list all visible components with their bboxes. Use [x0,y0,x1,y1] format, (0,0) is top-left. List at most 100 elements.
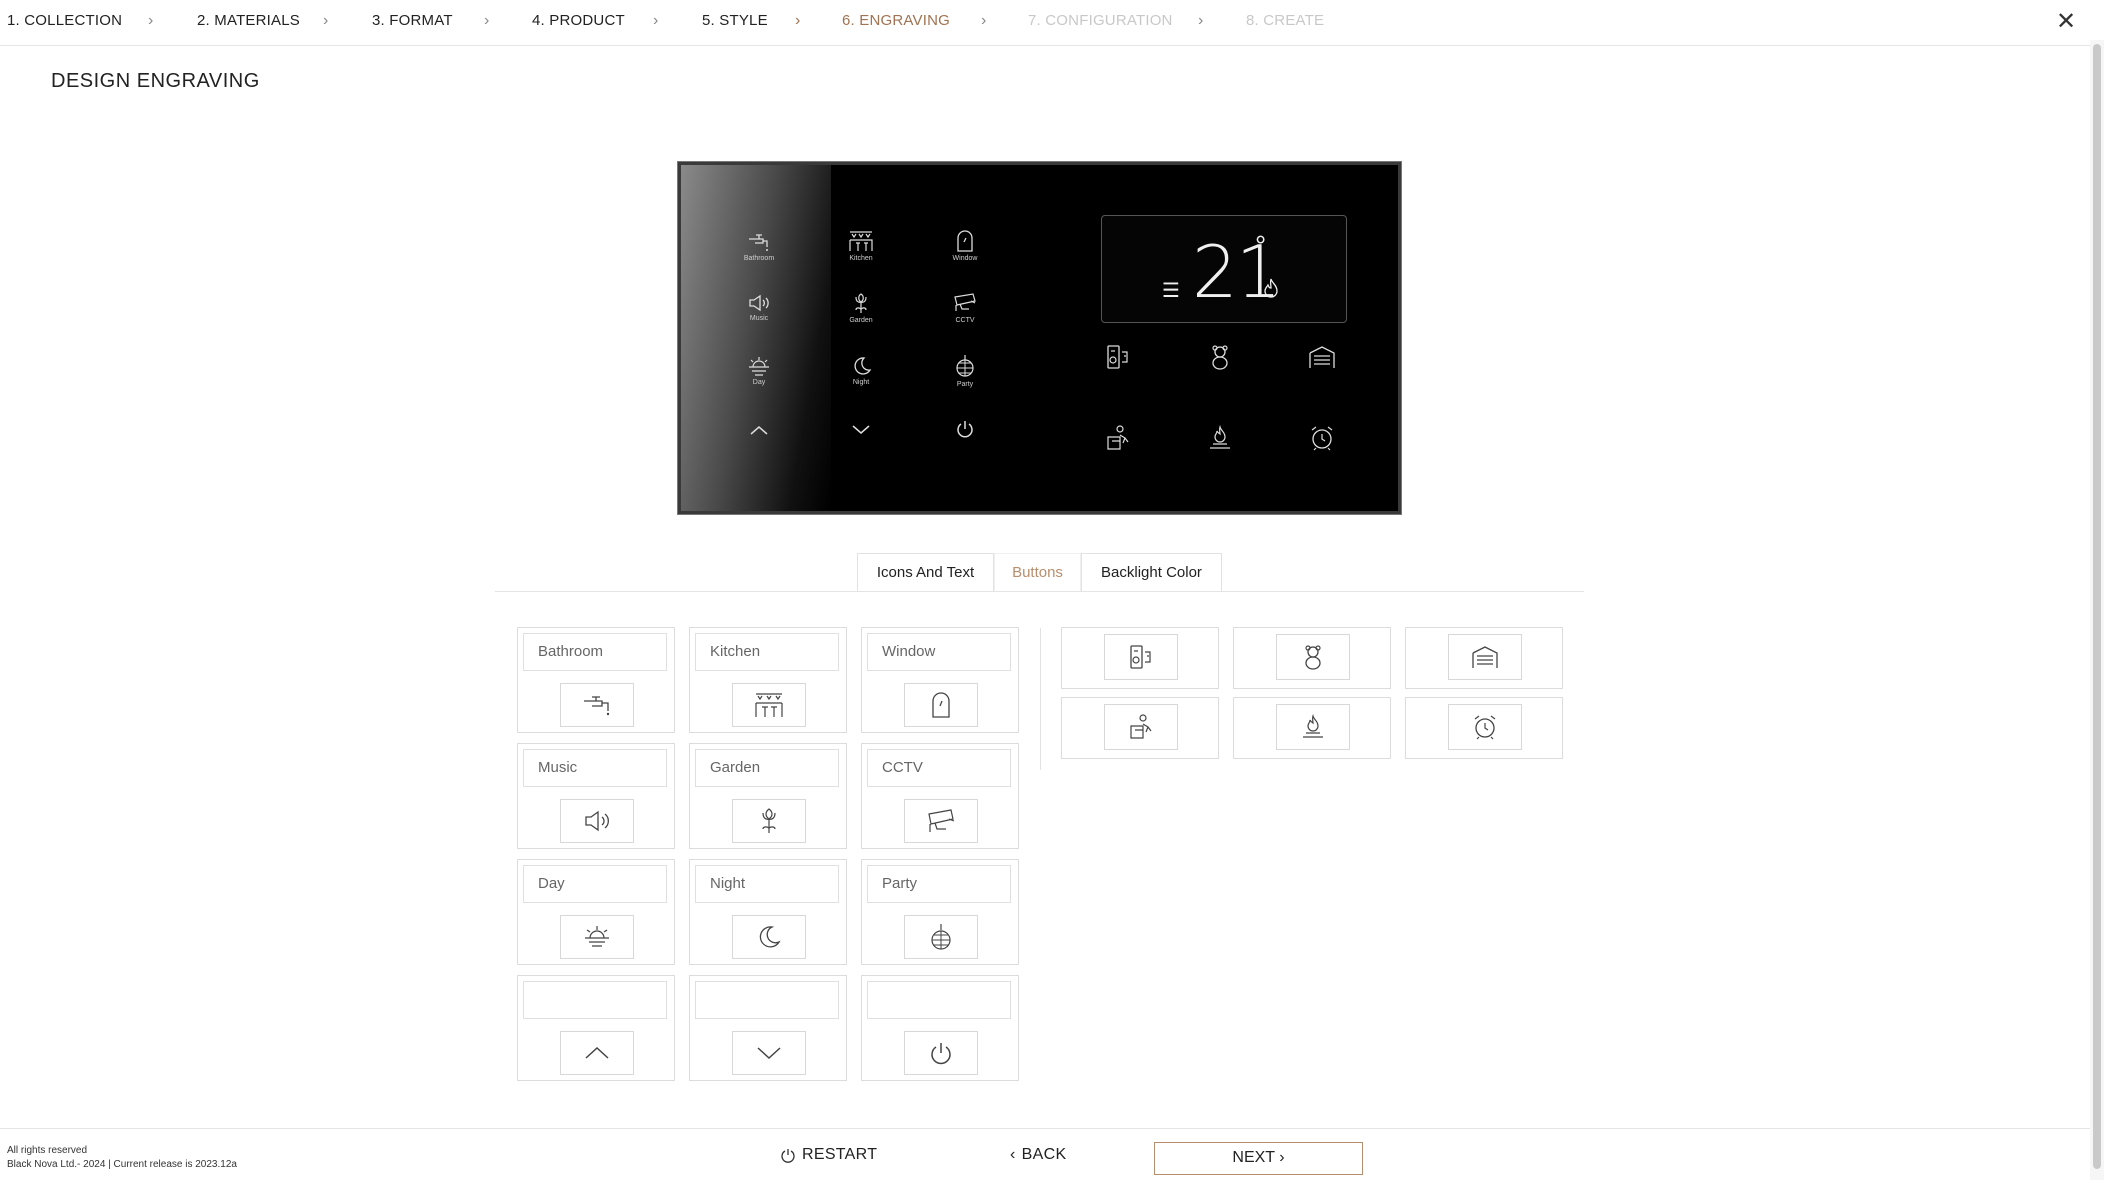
icon-selector[interactable] [904,1031,978,1075]
preview-button-music: Music [729,293,789,322]
back-button[interactable]: ‹ BACK [1010,1146,1066,1164]
fireplace-icon [1303,713,1323,738]
preview-button-bathroom: Bathroom [729,231,789,262]
icon-selector[interactable] [904,915,978,959]
scrollbar-thumb[interactable] [2093,44,2101,1169]
icon-selector[interactable] [732,915,806,959]
faucet-icon [584,696,610,716]
step-format[interactable]: 3. FORMAT [372,12,453,29]
window-icon [957,230,973,252]
flame-icon [1264,278,1278,298]
preview-label: Music [749,315,769,322]
preview-button-cctv: CCTV [935,291,995,324]
scrollbar[interactable] [2090,40,2104,1180]
preview-label: Window [952,255,978,262]
step-configuration: 7. CONFIGURATION [1028,12,1173,29]
thermostat-display: ☰ 21 ° [1101,215,1347,323]
preview-power-button [935,418,995,440]
icon-selector[interactable] [560,1031,634,1075]
icon-selector[interactable] [1276,634,1350,680]
moon-icon [854,357,872,375]
icon-selector[interactable] [1448,704,1522,750]
panel-glare [681,165,831,511]
chevron-right-icon: › [148,12,154,29]
button-text-input[interactable] [523,633,667,671]
button-card-window [861,627,1019,733]
preview-label: CCTV [955,317,975,324]
garage-icon [1472,646,1498,668]
button-text-input[interactable] [695,749,839,787]
chevron-up-icon [750,426,768,435]
icon-selector[interactable] [1448,634,1522,680]
icon-selector[interactable] [904,799,978,843]
preview-up-button [729,423,789,437]
button-text-input[interactable] [695,865,839,903]
icon-selector[interactable] [1276,704,1350,750]
button-card-power [861,975,1019,1081]
icon-selector[interactable] [560,683,634,727]
preview-label: Garden [849,317,873,324]
cctv-camera-icon [928,809,955,832]
person-sofa-icon [1130,714,1152,739]
chevron-right-icon: › [795,12,801,29]
chevron-left-icon: ‹ [1010,1146,1016,1163]
footer-divider [0,1128,2090,1129]
chevron-right-icon: › [484,12,490,29]
page-title: DESIGN ENGRAVING [51,70,260,92]
chevron-right-icon: › [1279,1149,1285,1166]
disco-ball-icon [956,355,974,377]
temperature-value: 21 [1192,230,1282,314]
icon-selector[interactable] [1104,634,1178,680]
power-icon [931,1043,951,1065]
menu-icon: ☰ [1162,280,1180,302]
button-text-input[interactable] [695,633,839,671]
icon-selector[interactable] [732,799,806,843]
step-materials[interactable]: 2. MATERIALS [197,12,300,29]
button-text-input[interactable] [867,749,1011,787]
chevron-right-icon: › [653,12,659,29]
step-create: 8. CREATE [1246,12,1325,29]
icon-selector[interactable] [560,799,634,843]
sunrise-icon [585,926,609,947]
button-text-input[interactable] [523,981,667,1019]
tab-buttons[interactable]: Buttons [994,553,1081,591]
tab-icons-and-text[interactable]: Icons And Text [857,553,994,591]
button-text-input[interactable] [867,865,1011,903]
icon-selector[interactable] [732,683,806,727]
step-style[interactable]: 5. STYLE [702,12,768,29]
footer-release: Black Nova Ltd.- 2024 | Current release … [7,1159,237,1170]
restart-button[interactable]: RESTART [780,1146,877,1164]
editor-divider [1040,628,1041,770]
preview-down-button [831,423,891,437]
close-icon[interactable]: ✕ [2052,8,2080,36]
tab-backlight-color[interactable]: Backlight Color [1081,553,1222,591]
step-engraving[interactable]: 6. ENGRAVING [842,12,950,29]
icon-card-teddy-bear [1233,627,1391,689]
button-text-input[interactable] [523,865,667,903]
button-text-input[interactable] [867,981,1011,1019]
step-product[interactable]: 4. PRODUCT [532,12,625,29]
icon-selector[interactable] [560,915,634,959]
restart-label: RESTART [802,1146,878,1163]
icon-selector[interactable] [732,1031,806,1075]
preview-button-kitchen: Kitchen [831,229,891,262]
icon-selector[interactable] [904,683,978,727]
kitchen-lights-icon [849,231,873,251]
chevron-down-icon [852,425,870,434]
preview-button-night: Night [831,355,891,386]
button-text-input[interactable] [867,633,1011,671]
sunrise-icon [749,357,769,376]
preview-label: Night [852,379,870,386]
stepper: 1. COLLECTION › 2. MATERIALS › 3. FORMAT… [0,0,2090,46]
button-text-input[interactable] [695,981,839,1019]
chevron-down-icon [757,1047,781,1060]
icon-selector[interactable] [1104,704,1178,750]
fireplace-icon [1210,424,1230,449]
next-button[interactable]: NEXT › [1154,1142,1363,1175]
faucet-icon [749,234,768,251]
preview-label: Party [956,381,974,388]
speaker-icon [585,810,609,832]
step-collection[interactable]: 1. COLLECTION [7,12,122,29]
button-text-input[interactable] [523,749,667,787]
preview-button-day: Day [729,355,789,386]
